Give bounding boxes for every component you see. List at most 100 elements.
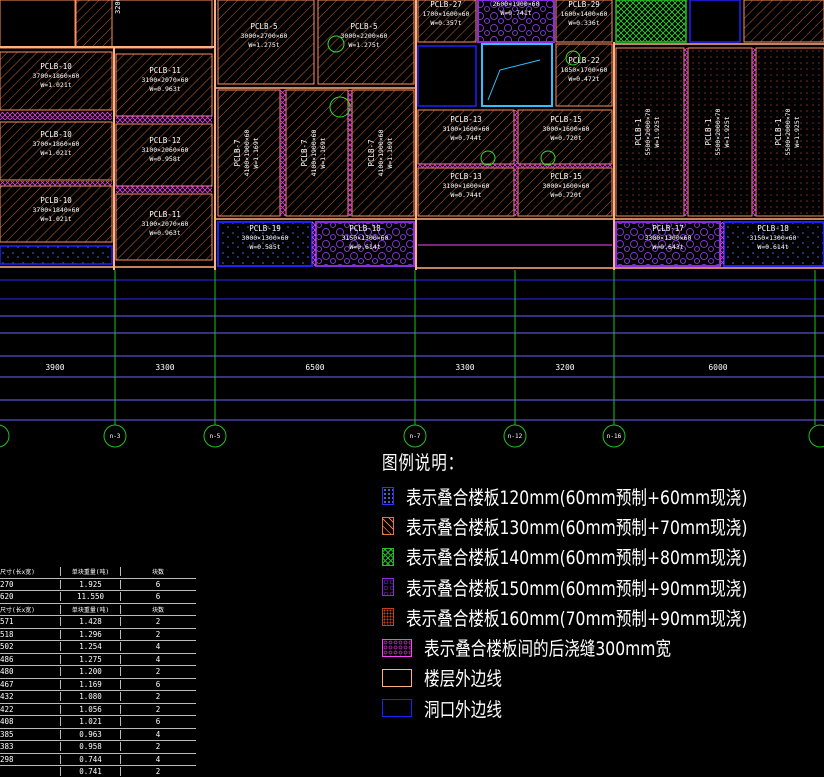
legend-title: 图例说明：	[382, 452, 465, 474]
span-dimension: 6000	[708, 363, 727, 372]
slab-label: PCLB-11	[149, 210, 181, 219]
legend-item: 洞口外边线	[382, 693, 822, 723]
table-cell: 0.744	[60, 754, 120, 764]
slab-label: PCLB-10	[40, 130, 72, 139]
table-cell: 2	[120, 617, 195, 627]
slab-label: PCLB-7	[300, 139, 309, 166]
axis-bubble-label: n-12	[508, 433, 523, 440]
table-cell: 1.925	[60, 579, 120, 589]
slab-weight: W=1.925t	[793, 116, 801, 147]
table-header-cell: 单块重量(吨)	[60, 604, 120, 614]
axis-bubble-label: n-3	[110, 433, 121, 440]
table-row: 467 1.169 6	[0, 679, 196, 691]
slab-weight: W=1.925t	[723, 116, 731, 147]
slab-label: PCLB-15	[550, 172, 582, 181]
legend-label: 表示叠合楼板140mm(60mm预制+80mm现浇)	[405, 547, 748, 570]
slab-weight: W=0.357t	[430, 19, 461, 27]
slab-label: PCLB-17	[652, 224, 684, 233]
slab-dims: 4100×1900×60	[243, 129, 251, 176]
slab-dims: 3100×2060×60	[142, 146, 189, 154]
slab-label: PCLB-10	[40, 62, 72, 71]
table-row: 432 1.080 2	[0, 691, 196, 704]
slab-weight: W=0.720t	[550, 134, 581, 142]
table-cell: 4	[120, 654, 195, 664]
table-cell: 2	[120, 667, 195, 677]
slab-weight: W=1.275t	[348, 41, 379, 49]
slab-dims: 3000×2700×60	[241, 32, 288, 40]
legend-item: 表示叠合楼板间的后浇缝300mm宽	[382, 632, 822, 662]
slab-dims: 3000×1600×60	[543, 182, 590, 190]
slab-label: PCLB-19	[249, 224, 281, 233]
table-cell: 270	[0, 579, 14, 589]
table-cell: 11.550	[60, 592, 120, 602]
table-cell: 6	[120, 717, 195, 727]
slab-label: PCLB-5	[350, 22, 377, 31]
table-cell: 2	[120, 692, 195, 702]
table-cell: 2	[120, 629, 195, 639]
legend-label: 表示叠合楼板150mm(60mm预制+90mm现浇)	[405, 577, 748, 600]
slab-dims: 3150×1300×60	[342, 234, 389, 242]
slab-label: PCLB-13	[450, 172, 482, 181]
table-cell: 518	[0, 629, 14, 639]
table-cell: 486	[0, 654, 14, 664]
slab-dims: 3000×1600×60	[543, 125, 590, 133]
legend-swatch	[382, 487, 394, 506]
span-dimension: 3300	[155, 363, 174, 372]
slab-dims: 3000×2200×60	[341, 32, 388, 40]
slab-label: PCLB-12	[149, 136, 181, 145]
table-cell: 0.741	[60, 767, 120, 777]
table-cell: 298	[0, 754, 14, 764]
slab-dims: 3100×1600×60	[443, 182, 490, 190]
table-row: 486 1.275 4	[0, 654, 196, 666]
slab-dims: 2600×1900×60	[493, 0, 540, 8]
slab-dims: 3700×1860×60	[33, 140, 80, 148]
table-cell: 432	[0, 692, 14, 702]
table-row: 571 1.428 2	[0, 616, 196, 629]
table-cell: 467	[0, 679, 14, 689]
slab-weight: W=1.021t	[40, 81, 71, 89]
span-dimension: 3200	[555, 363, 574, 372]
slab-label: PCLB-5	[250, 22, 277, 31]
slab-dims: 3700×1840×60	[33, 206, 80, 214]
legend-item: 表示叠合楼板120mm(60mm预制+60mm现浇)	[382, 481, 822, 511]
slab-weight: W=1.021t	[40, 215, 71, 223]
slab-label: PCLB-1	[704, 118, 713, 145]
slab-dims: 3100×2070×60	[142, 220, 189, 228]
table-row: 422 1.056 2	[0, 704, 196, 716]
slab-dims: 3150×1300×60	[750, 234, 797, 242]
table-row: 480 1.200 2	[0, 666, 196, 679]
table-cell: 422	[0, 704, 14, 714]
table-cell: 1.080	[60, 692, 120, 702]
legend-label: 表示叠合楼板160mm(70mm预制+90mm现浇)	[405, 607, 748, 630]
slab-weight: W=1.925t	[653, 116, 661, 147]
slab-dims: 1700×1600×60	[423, 10, 470, 18]
table-row: 298 0.744 4	[0, 754, 196, 766]
cad-drawing-viewport[interactable]: n-3 n-5 n-7 n-12 n-16 3900 3300 6500 3300 3200 60…	[0, 0, 824, 777]
table-header-cell: 尺寸(长x宽)	[0, 606, 35, 614]
legend-item: 表示叠合楼板130mm(60mm预制+70mm现浇)	[382, 511, 822, 541]
table-row: 270 1.925 6	[0, 579, 196, 591]
table-cell: 1.428	[60, 617, 120, 627]
legend-panel: 图例说明： 表示叠合楼板120mm(60mm预制+60mm现浇) 表示叠合楼板13…	[382, 448, 822, 723]
slab-label: PCLB-11	[149, 66, 181, 75]
slab-label: PCLB-18	[349, 224, 381, 233]
slab-weight: W=0.585t	[249, 243, 280, 251]
table-cell: 1.200	[60, 667, 120, 677]
slab-label: PCLB-15	[550, 115, 582, 124]
legend-swatch	[382, 578, 394, 597]
slab-weight: W=0.958t	[149, 155, 180, 163]
table-row: 385 0.963 4	[0, 729, 196, 741]
slab-label: PCLB-13	[450, 115, 482, 124]
legend-label: 表示叠合楼板间的后浇缝300mm宽	[424, 638, 672, 661]
legend-label: 楼层外边线	[424, 668, 502, 691]
table-cell: 1.254	[60, 642, 120, 652]
table-cell: 6	[120, 679, 195, 689]
table-cell: 0.958	[60, 742, 120, 752]
table-cell: 502	[0, 642, 14, 652]
slab-weight: W=1.169t	[386, 137, 394, 168]
table-cell: 2	[120, 704, 195, 714]
legend-swatch	[382, 699, 412, 718]
legend-swatch	[382, 547, 394, 566]
slab-weight: W=0.720t	[550, 191, 581, 199]
table-cell: 571	[0, 617, 14, 627]
